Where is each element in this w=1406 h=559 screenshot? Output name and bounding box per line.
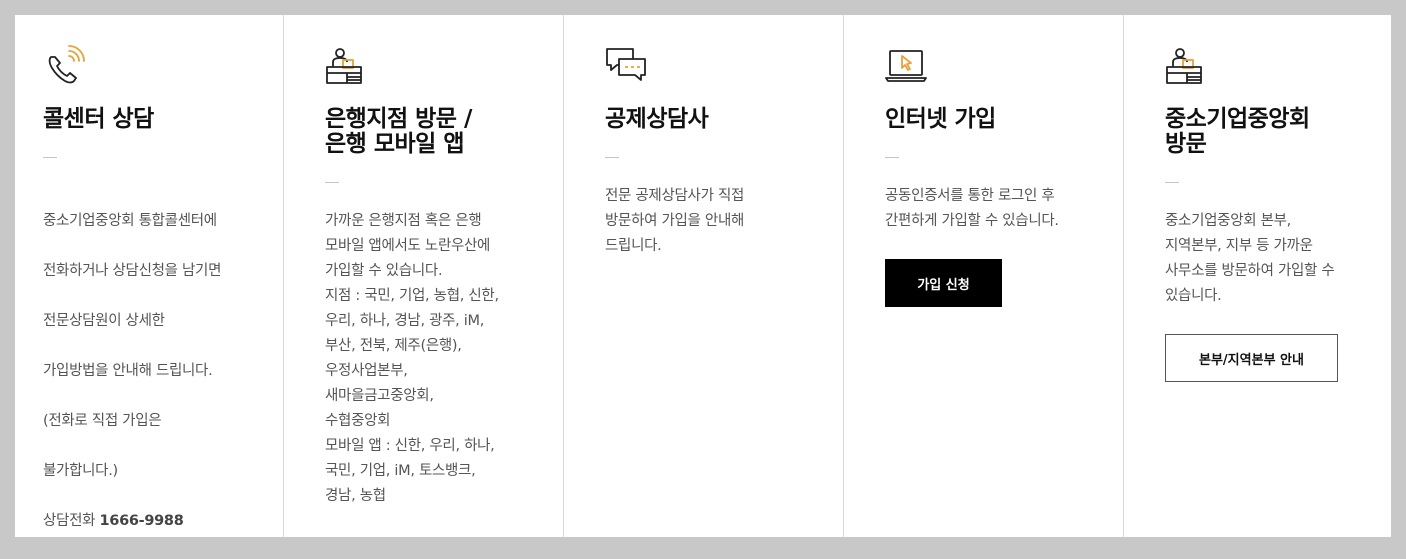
title-divider [1165, 182, 1179, 183]
card-title: 인터넷 가입 [885, 106, 996, 132]
card-description: 전문 공제상담사가 직접 방문하여 가입을 안내해 드립니다. [605, 188, 745, 254]
title-divider [885, 157, 899, 158]
apply-button[interactable]: 가입 신청 [885, 259, 1002, 307]
desc-line: 가입방법을 안내해 드립니다. [43, 363, 213, 379]
chat-bubbles-icon [605, 45, 647, 87]
card-title: 중소기업중앙회 방문 [1165, 106, 1310, 157]
card-description: 중소기업중앙회 본부, 지역본부, 지부 등 가까운 사무소를 방문하여 가입할… [1165, 213, 1335, 304]
desc-line: (전화로 직접 가입은 [43, 413, 162, 429]
bank-counter-icon [325, 45, 367, 87]
title-divider [43, 157, 57, 158]
phone-line: 상담전화 1666-9988 [43, 509, 221, 534]
card-callcenter: 콜센터 상담 중소기업중앙회 통합콜센터에 전화하거나 상담신청을 남기면 전문… [15, 15, 283, 537]
title-divider [325, 182, 339, 183]
desc-line: 전화하거나 상담신청을 남기면 [43, 263, 222, 279]
card-kbiz-visit: 중소기업중앙회 방문 중소기업중앙회 본부, 지역본부, 지부 등 가까운 사무… [1123, 15, 1391, 537]
desc-line: 전문상담원이 상세한 [43, 313, 165, 329]
phone-number: 1666-9988 [99, 513, 184, 529]
card-description: 중소기업중앙회 통합콜센터에 전화하거나 상담신청을 남기면 전문상담원이 상세… [43, 184, 221, 559]
card-description: 공동인증서를 통한 로그인 후 간편하게 가입할 수 있습니다. [885, 188, 1059, 229]
page-frame: 콜센터 상담 중소기업중앙회 통합콜센터에 전화하거나 상담신청을 남기면 전문… [3, 3, 1401, 548]
card-title: 콜센터 상담 [43, 106, 154, 132]
office-guide-button[interactable]: 본부/지역본부 안내 [1165, 334, 1338, 382]
phone-label: 상담전화 [43, 513, 96, 529]
card-title: 은행지점 방문 / 은행 모바일 앱 [325, 106, 472, 157]
laptop-cursor-icon [885, 45, 927, 87]
title-divider [605, 157, 619, 158]
desc-line: 불가합니다.) [43, 463, 118, 479]
office-visit-icon [1165, 45, 1207, 87]
phone-icon [43, 45, 85, 87]
card-internet: 인터넷 가입 공동인증서를 통한 로그인 후 간편하게 가입할 수 있습니다. … [843, 15, 1123, 537]
card-title: 공제상담사 [605, 106, 709, 132]
join-methods-panel: 콜센터 상담 중소기업중앙회 통합콜센터에 전화하거나 상담신청을 남기면 전문… [15, 15, 1391, 537]
desc-line: 중소기업중앙회 통합콜센터에 [43, 213, 217, 229]
card-description: 가까운 은행지점 혹은 은행 모바일 앱에서도 노란우산에 가입할 수 있습니다… [325, 213, 499, 504]
card-consultant: 공제상담사 전문 공제상담사가 직접 방문하여 가입을 안내해 드립니다. [563, 15, 843, 537]
card-bank-branch: 은행지점 방문 / 은행 모바일 앱 가까운 은행지점 혹은 은행 모바일 앱에… [283, 15, 563, 537]
